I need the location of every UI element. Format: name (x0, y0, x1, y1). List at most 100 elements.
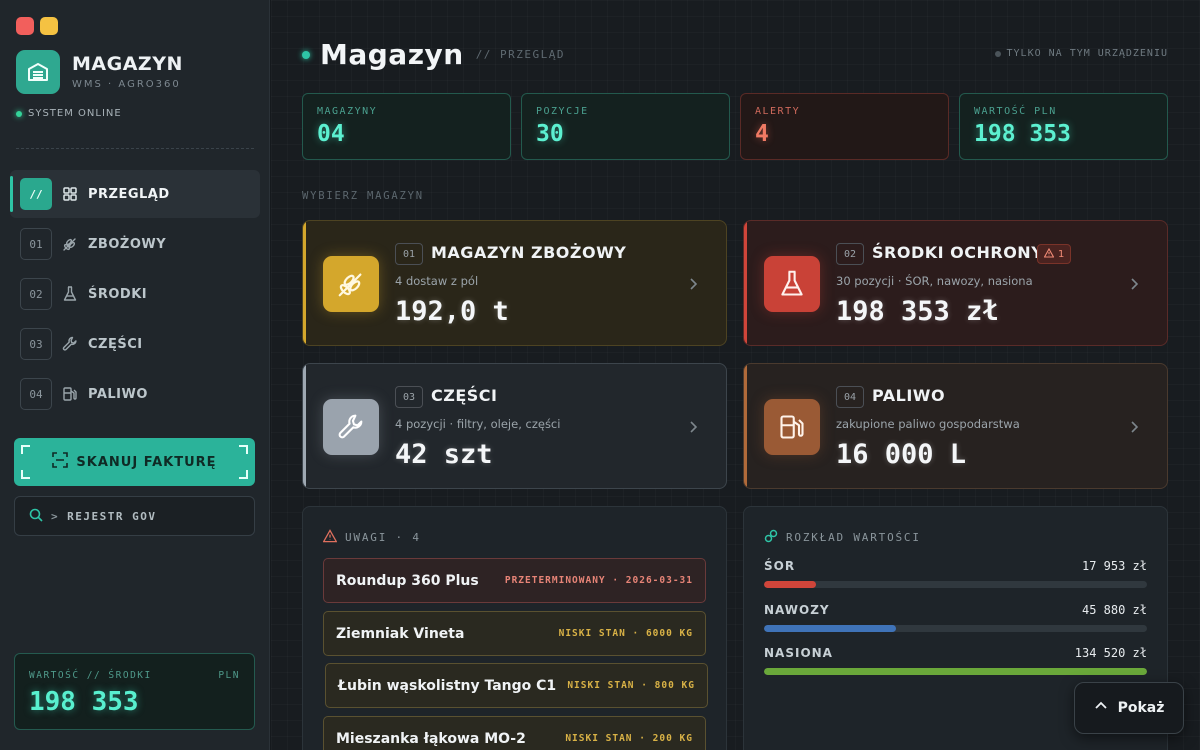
progress-fill (764, 668, 1147, 675)
nav-number: 01 (20, 228, 52, 260)
warehouse-card-zbozowy[interactable]: 01 MAGAZYN ZBOŻOWY 4 dostaw z pól 192,0 … (302, 220, 727, 346)
note-item[interactable]: Łubin wąskolistny Tango C1 NISKI STAN · … (325, 663, 708, 708)
value-summary-box: WARTOŚĆ // ŚRODKI PLN 198 353 (14, 653, 255, 730)
notes-panel-title: UWAGI · 4 (322, 529, 421, 546)
flask-icon (764, 256, 820, 312)
section-label: WYBIERZ MAGAZYN (302, 190, 424, 202)
show-button[interactable]: Pokaż (1074, 682, 1184, 734)
gov-registry-button[interactable]: > REJESTR GOV (14, 496, 255, 536)
card-value: 198 353 zł (836, 296, 999, 327)
alert-badge: 1 (1037, 244, 1072, 264)
stat-label: ALERTY (755, 106, 801, 117)
alert-count: 1 (1058, 248, 1065, 260)
flask-icon (62, 286, 78, 302)
card-number: 02 (836, 243, 864, 265)
stat-card-pozycje: POZYCJE 30 (521, 93, 730, 160)
window-close-button[interactable] (16, 17, 34, 35)
brand-subtitle: WMS · AGRO360 (72, 79, 181, 90)
note-name: Ziemniak Vineta (336, 625, 465, 642)
wheat-icon (323, 256, 379, 312)
sidebar-item-paliwo[interactable]: 04 PALIWO (10, 370, 260, 418)
page-header: Magazyn // PRZEGLĄD (302, 38, 565, 71)
warehouse-card-paliwo[interactable]: 04 PALIWO zakupione paliwo gospodarstwa … (743, 363, 1168, 489)
stat-value: 04 (317, 121, 345, 147)
window-controls (16, 17, 58, 35)
breadcrumb: // PRZEGLĄD (475, 48, 566, 61)
distribution-row: ŚOR 17 953 zł (764, 559, 1147, 588)
divider (16, 148, 254, 149)
sidebar-item-label: ŚRODKI (88, 286, 148, 302)
device-note: TYLKO NA TYM URZĄDZENIU (994, 48, 1168, 59)
scan-icon (52, 452, 69, 472)
nav-number: // (20, 178, 52, 210)
value-summary-amount: 198 353 (29, 687, 139, 717)
link-icon (764, 529, 778, 546)
distribution-name: NAWOZY (764, 603, 830, 617)
card-title: MAGAZYN ZBOŻOWY (431, 243, 627, 262)
distribution-value: 17 953 zł (1081, 559, 1147, 573)
distribution-title-label: ROZKŁAD WARTOŚCI (786, 531, 921, 544)
prompt-symbol: > (51, 509, 60, 523)
sidebar-item-zbozowy[interactable]: 01 ZBOŻOWY (10, 220, 260, 268)
fuel-icon (62, 386, 78, 402)
nav-number: 03 (20, 328, 52, 360)
distribution-name: ŚOR (764, 559, 796, 573)
note-name: Łubin wąskolistny Tango C1 (338, 677, 557, 694)
note-tag: NISKI STAN · 800 KG (567, 680, 695, 691)
scan-invoice-label: SKANUJ FAKTURĘ (76, 454, 217, 470)
warning-icon (1043, 247, 1055, 261)
stat-label: MAGAZYNY (317, 106, 378, 117)
distribution-row: NASIONA 134 520 zł (764, 646, 1147, 675)
note-item[interactable]: Ziemniak Vineta NISKI STAN · 6000 KG (323, 611, 706, 656)
sidebar-item-srodki[interactable]: 02 ŚRODKI (10, 270, 260, 318)
grid-icon (62, 186, 78, 202)
note-item[interactable]: Roundup 360 Plus PRZETERMINOWANY · 2026-… (323, 558, 706, 603)
card-title: ŚRODKI OCHRONY (872, 243, 1044, 262)
card-subtitle: 4 pozycji · filtry, oleje, części (395, 417, 561, 431)
stats-row: MAGAZYNY 04 POZYCJE 30 ALERTY 4 WARTOŚĆ … (302, 93, 1168, 160)
stat-value: 198 353 (974, 121, 1071, 147)
fuel-icon (764, 399, 820, 455)
distribution-value: 134 520 zł (1074, 646, 1147, 660)
nav-number: 02 (20, 278, 52, 310)
main-content: Magazyn // PRZEGLĄD TYLKO NA TYM URZĄDZE… (271, 0, 1200, 750)
value-summary-label: WARTOŚĆ // ŚRODKI (29, 670, 152, 681)
scan-invoice-button[interactable]: SKANUJ FAKTURĘ (14, 438, 255, 486)
warehouse-card-srodki[interactable]: 02 ŚRODKI OCHRONY 1 30 pozycji · ŚOR, na… (743, 220, 1168, 346)
warehouse-card-czesci[interactable]: 03 CZĘŚCI 4 pozycji · filtry, oleje, czę… (302, 363, 727, 489)
note-tag: NISKI STAN · 6000 KG (558, 628, 693, 639)
status-dot-icon (302, 50, 310, 59)
sidebar-nav: // PRZEGLĄD 01 ZBOŻOWY 02 ŚRODKI 03 CZĘŚ… (10, 170, 260, 420)
stat-card-magazyny: MAGAZYNY 04 (302, 93, 511, 160)
distribution-name: NASIONA (764, 646, 833, 660)
page-title: Magazyn (320, 38, 464, 71)
sidebar-item-przeglad[interactable]: // PRZEGLĄD (10, 170, 260, 218)
progress-track (764, 625, 1147, 632)
sidebar-item-label: PALIWO (88, 386, 148, 402)
chevron-right-icon (1127, 276, 1141, 290)
sidebar-item-czesci[interactable]: 03 CZĘŚCI (10, 320, 260, 368)
sidebar-item-label: ZBOŻOWY (88, 236, 167, 252)
card-value: 192,0 t (395, 296, 509, 327)
sidebar-item-label: PRZEGLĄD (88, 186, 170, 202)
stat-card-alerty: ALERTY 4 (740, 93, 949, 160)
value-summary-unit: PLN (218, 670, 240, 681)
note-item[interactable]: Mieszanka łąkowa MO-2 NISKI STAN · 200 K… (323, 716, 706, 750)
wrench-icon (62, 336, 78, 352)
notes-title-label: UWAGI · 4 (345, 531, 421, 544)
warning-icon (322, 529, 338, 546)
window-minimize-button[interactable] (40, 17, 58, 35)
sidebar-item-label: CZĘŚCI (88, 336, 143, 352)
system-status-label: SYSTEM ONLINE (28, 108, 122, 119)
note-name: Roundup 360 Plus (336, 572, 479, 589)
device-note-label: TYLKO NA TYM URZĄDZENIU (1006, 48, 1168, 59)
chevron-right-icon (686, 419, 700, 433)
card-value: 42 szt (395, 439, 493, 470)
chevron-right-icon (686, 276, 700, 290)
gov-registry-label: REJESTR GOV (67, 509, 157, 523)
note-tag: PRZETERMINOWANY · 2026-03-31 (504, 575, 693, 586)
distribution-row: NAWOZY 45 880 zł (764, 603, 1147, 632)
stat-label: WARTOŚĆ PLN (974, 106, 1057, 117)
stat-value: 4 (755, 121, 769, 147)
nav-number: 04 (20, 378, 52, 410)
